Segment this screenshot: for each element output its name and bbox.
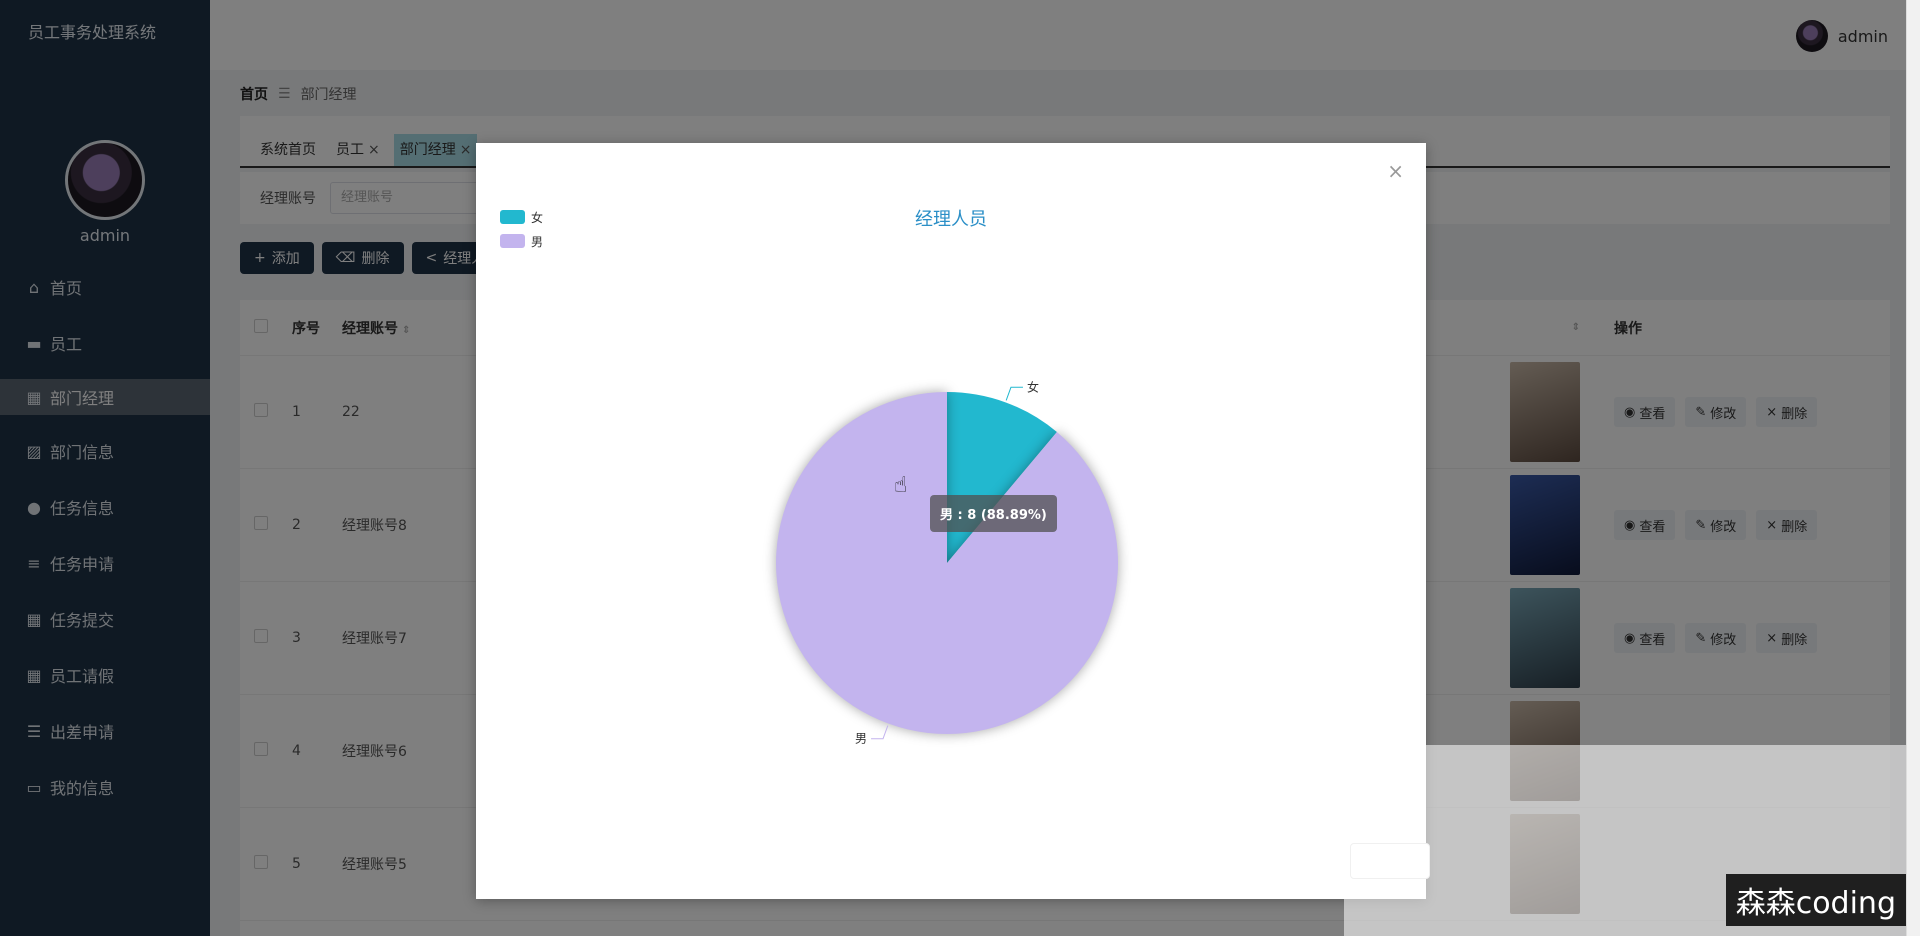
slice-label-1: 男 xyxy=(855,732,867,746)
label-line-1 xyxy=(871,725,889,740)
scrollbar[interactable] xyxy=(1906,0,1920,936)
slice-label-0: 女 xyxy=(1027,379,1039,394)
chart-dialog: × 女 男 经理人员 女男 男 : 8 (88.89%) ☝ xyxy=(476,143,1430,899)
watermark: 森森coding xyxy=(1725,874,1906,926)
pie-slice-1[interactable] xyxy=(776,392,1118,734)
chart-tooltip: 男 : 8 (88.89%) xyxy=(930,495,1057,532)
hand-cursor-icon: ☝ xyxy=(894,473,908,498)
label-line-0 xyxy=(1005,386,1023,401)
